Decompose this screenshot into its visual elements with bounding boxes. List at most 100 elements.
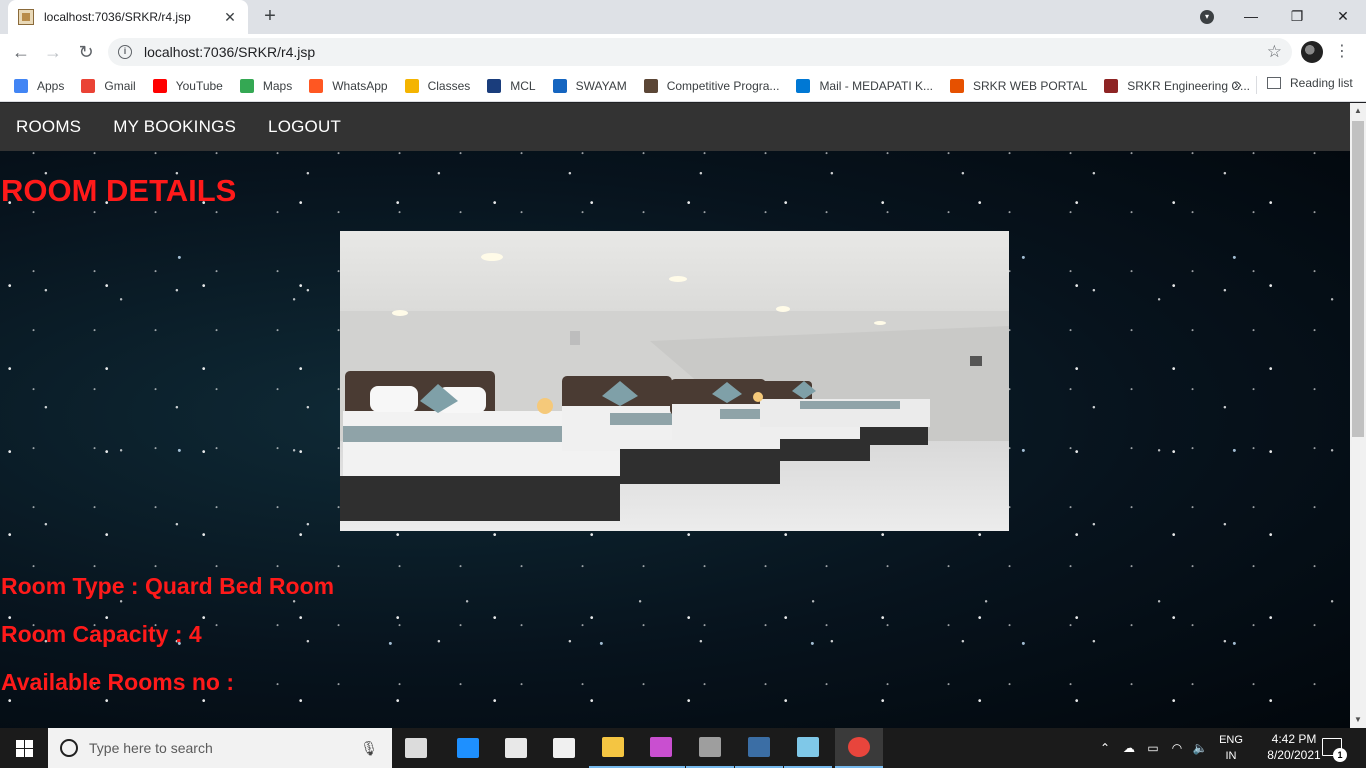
clock-date: 8/20/2021 xyxy=(1267,748,1321,762)
nav-rooms-link[interactable]: ROOMS xyxy=(0,103,97,151)
tab-search-icon[interactable]: ▾ xyxy=(1200,10,1214,24)
reading-list-icon xyxy=(1267,77,1281,89)
chrome-icon xyxy=(848,737,870,757)
microphone-icon[interactable]: 🎙 xyxy=(360,740,378,757)
taskbar-app-store[interactable] xyxy=(492,728,540,768)
bookmark-label: Competitive Progra... xyxy=(666,78,780,93)
room-type-text: Room Type : Quard Bed Room xyxy=(1,573,335,599)
battery-icon[interactable]: ▭ xyxy=(1144,728,1162,768)
onedrive-icon[interactable]: ☁ xyxy=(1120,728,1138,768)
taskbar-app-edge[interactable] xyxy=(444,728,492,768)
start-button[interactable] xyxy=(0,728,48,768)
browser-tab[interactable]: localhost:7036/SRKR/r4.jsp ✕ xyxy=(8,0,248,34)
scroll-down-arrow-icon[interactable]: ▼ xyxy=(1350,712,1366,728)
region-code: IN xyxy=(1225,750,1237,762)
swayam-icon xyxy=(552,78,567,93)
taskbar-app-notepad[interactable] xyxy=(784,728,832,768)
outlook-icon xyxy=(796,78,811,93)
taskbar-app-mysql-workbench[interactable] xyxy=(735,728,783,768)
bookmark-item[interactable]: Maps xyxy=(239,78,293,93)
file-explorer-icon xyxy=(602,737,624,757)
bookmark-label: WhatsApp xyxy=(332,78,388,93)
notification-count-badge: 1 xyxy=(1333,748,1347,762)
task-view-icon xyxy=(405,738,427,758)
site-info-icon[interactable]: i xyxy=(118,45,132,59)
taskbar-app-magnifier[interactable] xyxy=(686,728,734,768)
profile-avatar[interactable] xyxy=(1301,41,1323,63)
new-tab-button[interactable]: + xyxy=(258,5,282,29)
paint-icon xyxy=(650,737,672,757)
taskbar-app-paint[interactable] xyxy=(637,728,685,768)
scroll-up-arrow-icon[interactable]: ▲ xyxy=(1350,103,1366,119)
maps-icon xyxy=(239,78,254,93)
bookmark-item[interactable]: Mail - MEDAPATI K... xyxy=(796,78,934,93)
mcl-icon xyxy=(487,78,502,93)
bookmark-item[interactable]: Competitive Progra... xyxy=(643,78,780,93)
forward-button[interactable]: → xyxy=(41,40,65,64)
apps-grid-icon xyxy=(14,78,28,93)
youtube-icon xyxy=(152,78,167,93)
show-hidden-icons-icon[interactable]: ⌃ xyxy=(1096,728,1114,768)
bookmark-item[interactable]: Gmail xyxy=(81,78,136,93)
edge-icon xyxy=(457,738,479,758)
nav-my-bookings-link[interactable]: MY BOOKINGS xyxy=(97,103,252,151)
taskbar-app-mail[interactable] xyxy=(540,728,588,768)
url-text[interactable]: localhost:7036/SRKR/r4.jsp xyxy=(144,44,1267,60)
bookmark-label: Classes xyxy=(427,78,471,93)
taskbar-app-chrome[interactable] xyxy=(835,728,883,768)
notepad-icon xyxy=(797,737,819,757)
bookmarks-overflow-button[interactable]: » xyxy=(1234,76,1242,92)
bookmark-label: Mail - MEDAPATI K... xyxy=(819,78,934,93)
minimize-button[interactable]: — xyxy=(1228,0,1274,34)
bookmarks-bar: Apps Gmail YouTube Maps WhatsApp Classes MCL SW… xyxy=(0,70,1366,102)
close-tab-icon[interactable]: ✕ xyxy=(222,9,238,26)
page-viewport: ROOMS MY BOOKINGS LOGOUT ROOM DETAILS Ro… xyxy=(0,103,1350,728)
tab-title: localhost:7036/SRKR/r4.jsp xyxy=(44,10,191,24)
site-navbar: ROOMS MY BOOKINGS LOGOUT xyxy=(0,103,1350,151)
input-language-indicator[interactable]: ENG IN xyxy=(1214,732,1248,764)
bookmark-item[interactable]: WhatsApp xyxy=(309,78,388,93)
store-icon xyxy=(505,738,527,758)
address-bar[interactable]: i localhost:7036/SRKR/r4.jsp ☆ xyxy=(108,38,1292,66)
bookmark-label: Maps xyxy=(262,78,293,93)
mail-icon xyxy=(553,738,575,758)
reading-list-label: Reading list xyxy=(1290,76,1353,90)
close-window-button[interactable]: ✕ xyxy=(1320,0,1366,34)
srkr-portal-icon xyxy=(950,78,965,93)
back-button[interactable]: ← xyxy=(9,40,33,64)
page-favicon-icon xyxy=(18,9,34,25)
reading-list-button[interactable]: Reading list xyxy=(1267,76,1353,90)
bookmark-label: YouTube xyxy=(175,78,223,93)
page-title: ROOM DETAILS xyxy=(1,173,237,208)
bookmark-item[interactable]: YouTube xyxy=(152,78,223,93)
bookmark-item[interactable]: SRKR WEB PORTAL xyxy=(950,78,1087,93)
scrollbar-thumb[interactable] xyxy=(1352,121,1364,437)
restore-button[interactable]: ❐ xyxy=(1274,0,1320,34)
volume-icon[interactable]: 🔈 xyxy=(1190,728,1210,768)
page-scrollbar[interactable]: ▲ ▼ xyxy=(1350,103,1366,728)
bookmark-label: SWAYAM xyxy=(575,78,627,93)
cortana-icon xyxy=(60,739,78,757)
browser-toolbar: ← → ↻ i localhost:7036/SRKR/r4.jsp ☆ xyxy=(0,34,1366,70)
room-photo xyxy=(340,231,1009,531)
bookmark-item[interactable]: SRKR Engineering C... xyxy=(1104,78,1250,93)
windows-logo-icon xyxy=(16,740,24,748)
bookmark-item[interactable]: SWAYAM xyxy=(552,78,627,93)
mysql-workbench-icon xyxy=(748,737,770,757)
taskbar-app-task-view[interactable] xyxy=(392,728,440,768)
bookmark-label: MCL xyxy=(510,78,536,93)
bookmark-item[interactable]: Classes xyxy=(404,78,471,93)
magnifier-icon xyxy=(699,737,721,757)
bookmark-item[interactable]: Apps xyxy=(14,78,64,93)
wifi-icon[interactable]: ◠ xyxy=(1168,728,1186,768)
browser-menu-icon[interactable]: ⋮ xyxy=(1334,40,1350,64)
bookmark-item[interactable]: MCL xyxy=(487,78,536,93)
taskbar-app-file-explorer[interactable] xyxy=(589,728,637,768)
srkr-college-icon xyxy=(1104,78,1119,93)
bookmark-star-icon[interactable]: ☆ xyxy=(1267,42,1282,62)
room-capacity-text: Room Capacity : 4 xyxy=(1,621,202,647)
taskbar-search-box[interactable]: Type here to search 🎙 xyxy=(48,728,392,768)
system-clock[interactable]: 4:42 PM 8/20/2021 xyxy=(1264,731,1324,763)
nav-logout-link[interactable]: LOGOUT xyxy=(252,103,357,151)
reload-button[interactable]: ↻ xyxy=(74,40,98,64)
